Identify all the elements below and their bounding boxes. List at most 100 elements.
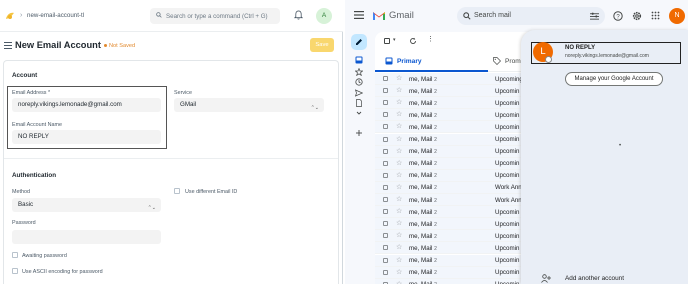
snoozed-icon[interactable]	[355, 78, 363, 86]
star-icon[interactable]: ☆	[396, 243, 402, 251]
account-name-field[interactable]: NO REPLY	[12, 130, 161, 144]
row-sender: me, Mail 2	[409, 209, 437, 216]
help-icon[interactable]: ?	[613, 11, 623, 21]
star-icon[interactable]: ☆	[396, 110, 402, 118]
sidebar-toggle-icon[interactable]	[4, 42, 12, 49]
select-chevron-icon: ⌃⌄	[147, 205, 156, 211]
row-sender: me, Mail 2	[409, 88, 437, 95]
row-sender: me, Mail 2	[409, 245, 437, 252]
row-thread-count: 2	[434, 100, 437, 107]
star-icon[interactable]: ☆	[396, 268, 402, 276]
row-subject: Upcomin	[495, 244, 520, 252]
row-checkbox[interactable]	[383, 88, 388, 94]
row-checkbox[interactable]	[383, 257, 388, 263]
page-title: New Email Account	[15, 40, 101, 50]
star-icon[interactable]: ☆	[396, 183, 402, 191]
save-button[interactable]: Save	[310, 38, 334, 52]
gmail-logo-icon[interactable]	[372, 10, 386, 21]
star-icon[interactable]: ☆	[396, 147, 402, 155]
search-icon[interactable]	[463, 12, 471, 20]
breadcrumb[interactable]: new-email-account-tl	[27, 12, 84, 19]
star-icon[interactable]: ☆	[396, 122, 402, 130]
method-value: Basic	[18, 201, 34, 208]
row-checkbox[interactable]	[383, 209, 388, 215]
row-checkbox[interactable]	[383, 245, 388, 251]
inbox-tab-icon	[385, 57, 393, 65]
row-checkbox[interactable]	[383, 124, 388, 130]
service-select[interactable]: GMail ⌃⌄	[174, 98, 324, 112]
bell-icon[interactable]	[294, 10, 303, 20]
command-search-input[interactable]: Search or type a command (Ctrl + G)	[150, 8, 280, 24]
account-avatar[interactable]: N	[669, 8, 685, 24]
mail-search-input[interactable]: Search mail	[457, 7, 605, 25]
star-icon[interactable]: ☆	[396, 159, 402, 167]
star-icon[interactable]: ☆	[396, 219, 402, 227]
more-options-icon[interactable]: ⋮	[427, 35, 434, 43]
service-label: Service	[174, 90, 192, 96]
row-sender: me, Mail 2	[409, 148, 437, 155]
row-sender-text: me, Mail	[409, 257, 433, 264]
more-chevron-icon[interactable]	[355, 109, 363, 117]
ascii-encoding-checkbox[interactable]	[12, 268, 18, 274]
apps-grid-icon[interactable]	[651, 11, 660, 20]
star-icon[interactable]: ☆	[396, 231, 402, 239]
row-sender-text: me, Mail	[409, 208, 433, 216]
row-checkbox[interactable]	[383, 172, 388, 178]
row-sender-text: me, Mail	[409, 123, 433, 131]
row-checkbox[interactable]	[383, 76, 388, 81]
star-icon[interactable]: ☆	[396, 135, 402, 143]
account-name: NO REPLY	[565, 45, 596, 51]
row-checkbox[interactable]	[383, 197, 388, 202]
refresh-icon[interactable]	[409, 37, 417, 45]
star-icon[interactable]: ☆	[396, 256, 402, 264]
row-thread-count: 2	[434, 137, 437, 143]
star-icon[interactable]: ☆	[396, 98, 402, 106]
row-subject: Work Ann	[495, 184, 522, 192]
password-field[interactable]	[12, 230, 161, 244]
tab-primary[interactable]: Primary	[375, 52, 488, 72]
row-checkbox[interactable]	[383, 100, 388, 106]
camera-icon[interactable]	[545, 56, 552, 63]
row-subject: Upcomin	[495, 257, 520, 264]
user-avatar[interactable]: A	[316, 8, 332, 24]
email-field[interactable]: noreply.vikings.lemonade@gmail.com	[12, 98, 161, 112]
row-checkbox[interactable]	[383, 148, 388, 154]
frappe-logo-icon[interactable]	[4, 10, 16, 22]
row-checkbox[interactable]	[383, 221, 388, 227]
select-all-checkbox[interactable]	[384, 38, 390, 44]
settings-gear-icon[interactable]	[632, 11, 642, 21]
star-icon[interactable]: ☆	[396, 280, 402, 284]
compose-button[interactable]	[351, 34, 367, 50]
row-checkbox[interactable]	[383, 160, 388, 166]
row-checkbox[interactable]	[383, 112, 388, 118]
inbox-icon[interactable]	[355, 56, 363, 64]
star-icon[interactable]: ☆	[396, 207, 402, 215]
select-dropdown-icon[interactable]: ▾	[393, 37, 396, 43]
section-divider	[4, 158, 338, 159]
search-options-icon[interactable]	[590, 12, 599, 20]
drafts-icon[interactable]	[355, 99, 363, 107]
awaiting-password-checkbox[interactable]	[12, 252, 18, 258]
row-sender: me, Mail 2	[409, 197, 437, 204]
row-checkbox[interactable]	[383, 233, 388, 239]
manage-account-button[interactable]: Manage your Google Account	[565, 72, 663, 86]
main-menu-icon[interactable]	[354, 11, 364, 19]
method-select[interactable]: Basic ⌃⌄	[12, 198, 161, 212]
add-account-button[interactable]: Add another account	[565, 275, 624, 282]
search-placeholder: Search mail	[474, 12, 511, 19]
loading-dot: •	[619, 143, 622, 149]
row-checkbox[interactable]	[383, 184, 388, 190]
star-icon[interactable]: ☆	[396, 74, 402, 82]
starred-icon[interactable]	[355, 68, 363, 76]
star-icon[interactable]: ☆	[396, 195, 402, 203]
row-subject: Upcomin	[495, 208, 520, 216]
star-icon[interactable]: ☆	[396, 86, 402, 94]
row-checkbox[interactable]	[383, 136, 388, 142]
create-label-icon[interactable]	[355, 129, 363, 137]
sent-icon[interactable]	[355, 89, 363, 97]
use-different-email-checkbox[interactable]	[174, 188, 180, 194]
row-sender: me, Mail 2	[409, 100, 437, 107]
star-icon[interactable]: ☆	[396, 171, 402, 179]
status-text: Not Saved	[109, 42, 136, 49]
row-checkbox[interactable]	[383, 269, 388, 275]
